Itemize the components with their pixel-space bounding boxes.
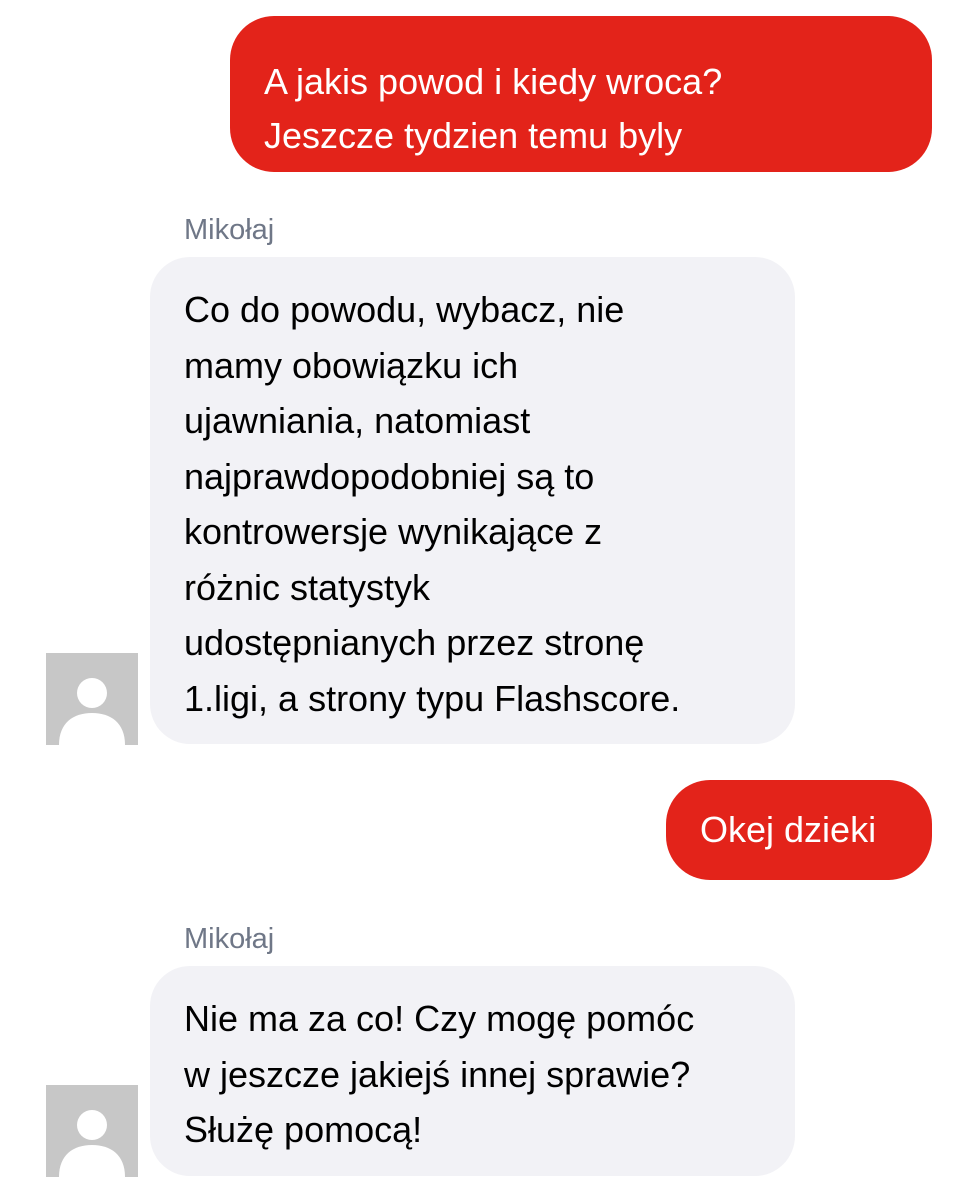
avatar-icon[interactable] xyxy=(46,653,138,745)
message-text: Nie ma za co! Czy mogę pomóc w jeszcze j… xyxy=(184,998,695,1150)
message-text: Co do powodu, wybacz, nie mamy obowiązku… xyxy=(184,289,681,719)
incoming-message-bubble[interactable]: Nie ma za co! Czy mogę pomóc w jeszcze j… xyxy=(150,966,795,1176)
avatar-icon[interactable] xyxy=(46,1085,138,1177)
sender-name: Mikołaj xyxy=(184,214,275,246)
message-text: A jakis powod i kiedy wroca? Jeszcze tyd… xyxy=(264,61,723,156)
message-text: Okej dzieki xyxy=(700,809,877,850)
incoming-message-bubble[interactable]: Co do powodu, wybacz, nie mamy obowiązku… xyxy=(150,257,795,744)
outgoing-message-bubble[interactable]: A jakis powod i kiedy wroca? Jeszcze tyd… xyxy=(230,16,932,172)
sender-name: Mikołaj xyxy=(184,923,275,955)
outgoing-message-bubble[interactable]: Okej dzieki xyxy=(666,780,932,880)
